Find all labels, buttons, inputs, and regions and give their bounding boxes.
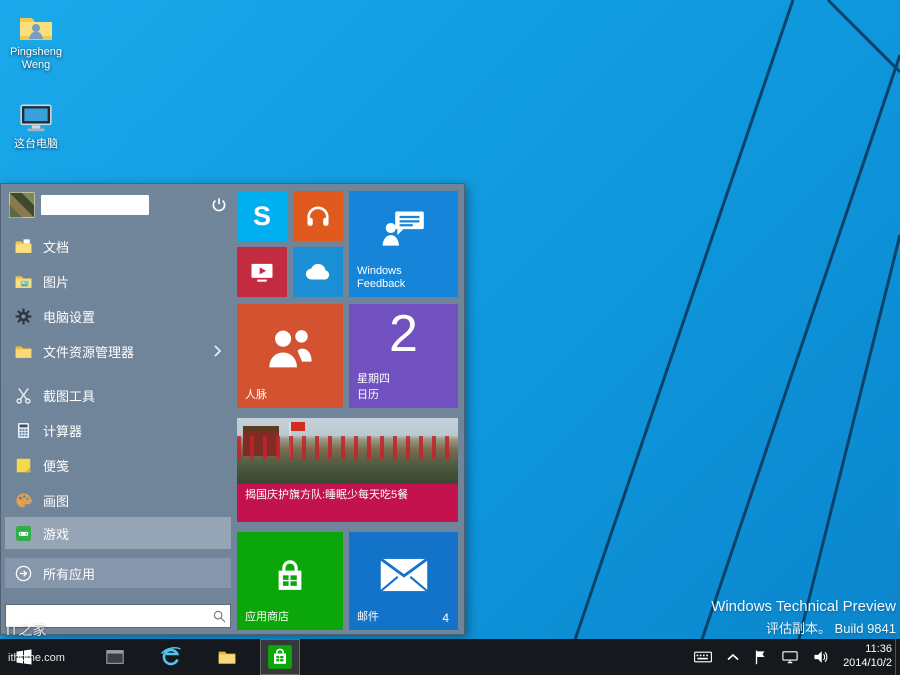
calendar-weekday: 星期四 [357, 370, 390, 386]
tile-people[interactable]: 人脉 [237, 304, 343, 408]
system-tray: 11:36 2014/10/2 [693, 639, 892, 675]
site-watermark-url: ithome.com [8, 652, 65, 664]
taskbar-clock[interactable]: 11:36 2014/10/2 [843, 643, 892, 671]
tray-overflow-chevron-icon[interactable] [726, 651, 740, 663]
chevron-right-icon [211, 344, 223, 358]
volume-icon[interactable] [812, 649, 830, 665]
tile-label: 邮件 [357, 611, 379, 625]
headphones-icon [293, 191, 343, 241]
news-photo [237, 418, 458, 484]
site-watermark-logo: IT之家 [6, 620, 46, 640]
folder-icon [216, 647, 238, 667]
tile-label: 应用商店 [245, 611, 289, 625]
mail-unread-badge: 4 [442, 611, 449, 625]
action-center-flag-icon[interactable] [753, 649, 768, 665]
all-apps-label: 所有应用 [43, 564, 95, 583]
start-nav-label: 画图 [43, 491, 69, 510]
all-apps-arrow-icon [13, 563, 33, 583]
calendar-day: 2 [349, 304, 458, 364]
news-headline: 揭国庆护旗方队:睡眠少每天吃5餐 [237, 484, 458, 522]
start-nav-paint[interactable]: 画图 [5, 485, 231, 515]
user-folder-icon [0, 12, 72, 44]
start-nav-label: 截图工具 [43, 386, 95, 405]
store-button-active[interactable] [260, 639, 300, 675]
sticky-notes-icon [13, 455, 33, 475]
start-nav-pictures[interactable]: 图片 [5, 266, 231, 296]
news-photo-crowd-flags [237, 436, 458, 458]
file-explorer-icon [13, 341, 33, 361]
skype-icon: S [237, 191, 287, 241]
tile-music[interactable] [293, 191, 343, 241]
user-avatar[interactable] [9, 192, 35, 218]
desktop-icon-user-folder[interactable]: Pingsheng Weng [0, 12, 72, 72]
build-watermark: Windows Technical Preview 评估副本。 Build 98… [711, 598, 896, 637]
start-nav-snipping-tool[interactable]: 截图工具 [5, 380, 231, 410]
internet-explorer-icon [159, 645, 183, 669]
desktop-icon-label: Pingsheng Weng [0, 46, 72, 72]
this-pc-icon [0, 100, 72, 136]
start-nav-documents[interactable]: 文档 [5, 231, 231, 261]
clock-date: 2014/10/2 [843, 657, 892, 671]
onedrive-cloud-icon [293, 247, 343, 297]
start-all-apps[interactable]: 所有应用 [5, 558, 231, 588]
tile-video[interactable] [237, 247, 287, 297]
settings-gear-icon [13, 306, 33, 326]
start-nav-label: 文件资源管理器 [43, 342, 134, 361]
file-explorer-button[interactable] [208, 639, 246, 675]
internet-explorer-button[interactable] [152, 639, 190, 675]
taskbar: 11:36 2014/10/2 [0, 639, 900, 675]
start-nav-label: 计算器 [43, 421, 82, 440]
build-watermark-subtitle: 评估副本。 Build 9841 [711, 618, 896, 637]
start-nav-label: 图片 [43, 272, 69, 291]
tile-windows-feedback[interactable]: Windows Feedback [349, 191, 458, 297]
start-nav-file-explorer[interactable]: 文件资源管理器 [5, 336, 231, 366]
user-name-field[interactable] [41, 195, 149, 215]
desktop-icon-label: 这台电脑 [0, 138, 72, 151]
tile-label: 人脉 [245, 389, 267, 403]
tile-skype[interactable]: S [237, 191, 287, 241]
store-icon [267, 644, 293, 670]
start-nav-label: 文档 [43, 237, 69, 256]
video-player-icon [237, 247, 287, 297]
tile-store[interactable]: 应用商店 [237, 532, 343, 630]
start-nav-pc-settings[interactable]: 电脑设置 [5, 301, 231, 331]
search-icon[interactable] [208, 609, 230, 624]
tile-onedrive[interactable] [293, 247, 343, 297]
power-icon [210, 196, 228, 214]
start-menu: 文档 图片 电脑设置 文件资源管理器 [0, 183, 465, 635]
touch-keyboard-icon[interactable] [693, 649, 713, 665]
show-desktop-button[interactable] [895, 639, 900, 675]
app-window-icon [104, 647, 126, 667]
desktop[interactable]: Pingsheng Weng 这台电脑 Windows Technical Pr… [0, 0, 900, 675]
clock-time: 11:36 [843, 643, 892, 657]
calculator-icon [13, 420, 33, 440]
tile-mail[interactable]: 邮件 4 [349, 532, 458, 630]
tile-calendar[interactable]: 2 星期四 日历 [349, 304, 458, 408]
games-icon [13, 523, 33, 543]
pictures-folder-icon [13, 271, 33, 291]
desktop-icon-this-pc[interactable]: 这台电脑 [0, 100, 72, 151]
start-nav-calculator[interactable]: 计算器 [5, 415, 231, 445]
news-photo-flag [291, 422, 305, 431]
start-nav-label: 游戏 [43, 524, 69, 543]
network-icon[interactable] [781, 649, 799, 665]
tile-label: 日历 [357, 389, 379, 403]
build-watermark-title: Windows Technical Preview [711, 598, 896, 615]
documents-folder-icon [13, 236, 33, 256]
tile-news[interactable]: 揭国庆护旗方队:睡眠少每天吃5餐 [237, 418, 458, 522]
start-nav-games[interactable]: 游戏 [5, 517, 231, 549]
snipping-tool-icon [13, 385, 33, 405]
start-nav-label: 电脑设置 [43, 307, 95, 326]
paint-palette-icon [13, 490, 33, 510]
taskbar-pinned-app[interactable] [96, 639, 134, 675]
tile-label: Windows Feedback [357, 265, 431, 293]
power-button[interactable] [207, 193, 231, 217]
start-nav-label: 便笺 [43, 456, 69, 475]
start-nav-sticky-notes[interactable]: 便笺 [5, 450, 231, 480]
